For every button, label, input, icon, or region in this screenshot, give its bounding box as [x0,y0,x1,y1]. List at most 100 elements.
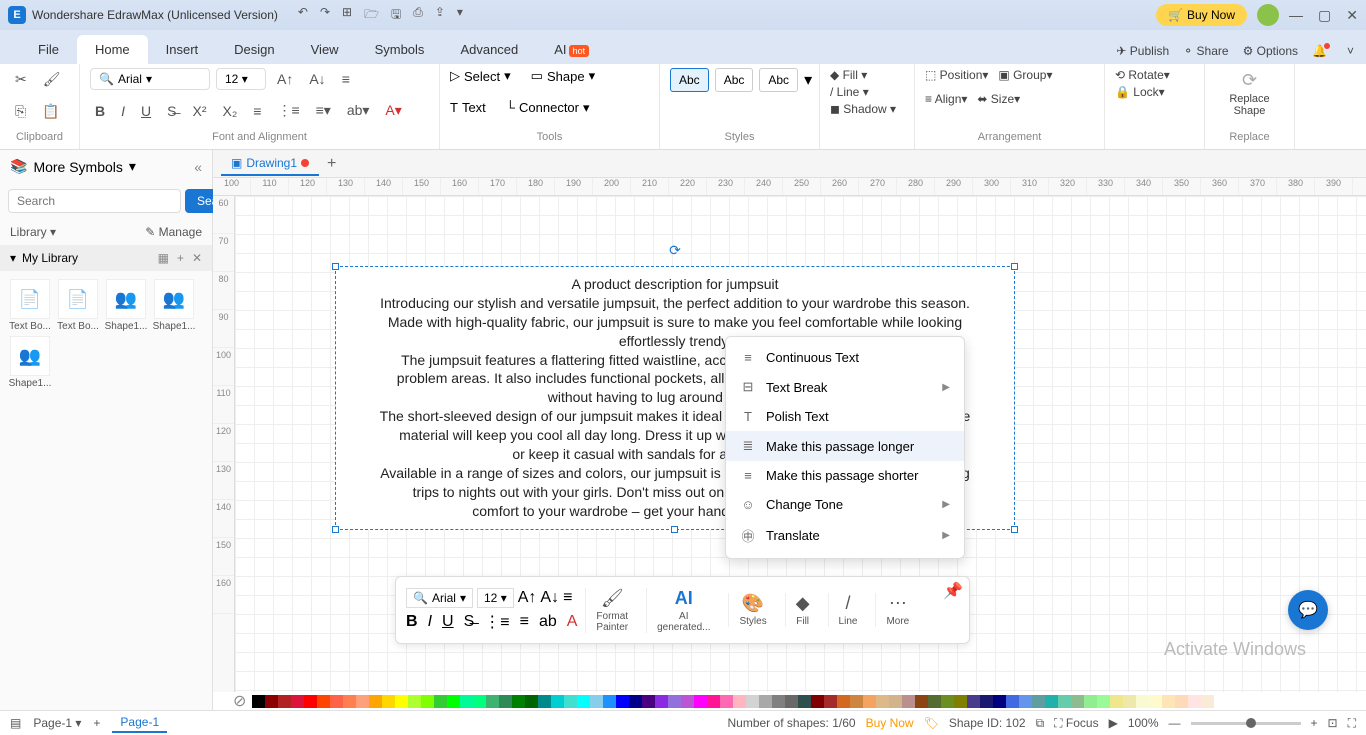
color-swatch[interactable] [863,695,876,708]
size-button[interactable]: ⬌ Size▾ [977,92,1020,106]
fill-button[interactable]: ◆ Fill ▾ [830,68,904,82]
user-avatar[interactable] [1257,4,1279,26]
rotate-button[interactable]: ⟲ Rotate▾ [1115,68,1194,82]
float-underline-icon[interactable]: U [442,613,454,631]
document-tab[interactable]: ▣Drawing1 [221,152,319,176]
tag-icon[interactable]: 🏷 [924,716,939,730]
underline-icon[interactable]: U [136,100,156,122]
color-swatch[interactable] [954,695,967,708]
color-swatch[interactable] [902,695,915,708]
play-icon[interactable]: ▶ [1109,716,1118,730]
style-preset-1[interactable]: Abc [670,68,709,92]
float-bullets-icon[interactable]: ⋮≡ [484,612,509,632]
color-swatch[interactable] [668,695,681,708]
canvas[interactable]: ⟳ A product description for jumpsuit Int… [235,196,1366,710]
select-tool[interactable]: ▷ Select ▾ [450,68,511,84]
align-button[interactable]: ≡ Align▾ [925,92,967,106]
ctx-make-longer[interactable]: ≣Make this passage longer [726,431,964,461]
zoom-in-icon[interactable]: + [1311,716,1318,730]
color-swatch[interactable] [1201,695,1214,708]
color-swatch[interactable] [759,695,772,708]
color-swatch[interactable] [356,695,369,708]
shadow-button[interactable]: ◼ Shadow ▾ [830,102,904,116]
color-swatch[interactable] [967,695,980,708]
color-swatch[interactable] [993,695,1006,708]
align-left-icon[interactable]: ≡ [248,100,266,122]
library-dropdown[interactable]: Library ▾ [10,225,56,239]
float-fill-button[interactable]: ◆Fill [785,593,820,627]
color-swatch[interactable] [824,695,837,708]
color-swatch[interactable] [538,695,551,708]
font-size-select[interactable]: 12 ▾ [216,68,266,90]
float-color-icon[interactable]: A [567,613,578,631]
color-swatch[interactable] [1071,695,1084,708]
bullet-list-icon[interactable]: ⋮≡ [272,99,304,122]
no-fill-icon[interactable]: ⊘ [233,691,246,711]
open-icon[interactable]: 🗁 [364,5,379,26]
menu-insert[interactable]: Insert [148,35,217,64]
color-swatch[interactable] [1136,695,1149,708]
color-swatch[interactable] [1123,695,1136,708]
fullscreen-icon[interactable]: ⛶ [1348,716,1356,731]
collapse-ribbon-icon[interactable]: ˅ [1347,44,1354,58]
subscript-icon[interactable]: X₂ [217,100,242,122]
float-dec-font-icon[interactable]: A↓ [540,589,559,607]
line-spacing-icon[interactable]: ≡ [337,68,355,90]
color-swatch[interactable] [1188,695,1201,708]
ctx-text-break[interactable]: ⊟Text Break▶ [726,372,964,402]
new-tab-icon[interactable]: + [327,155,336,173]
options-button[interactable]: ⚙ Options [1243,44,1298,58]
float-inc-font-icon[interactable]: A↑ [518,589,537,607]
position-button[interactable]: ⬚ Position▾ [925,68,988,82]
float-align-icon[interactable]: ≡ [563,589,572,607]
font-color-icon[interactable]: A▾ [380,99,406,122]
color-swatch[interactable] [850,695,863,708]
rotate-handle-icon[interactable]: ⟳ [669,241,681,260]
color-swatch[interactable] [1084,695,1097,708]
italic-icon[interactable]: I [116,100,130,122]
color-swatch[interactable] [564,695,577,708]
resize-handle[interactable] [671,526,678,533]
color-swatch[interactable] [408,695,421,708]
color-swatch[interactable] [1110,695,1123,708]
zoom-slider[interactable] [1191,722,1301,725]
font-select[interactable]: 🔍 Arial ▾ [90,68,210,90]
color-swatch[interactable] [1045,695,1058,708]
color-swatch[interactable] [681,695,694,708]
color-swatch[interactable] [395,695,408,708]
color-swatch[interactable] [915,695,928,708]
color-swatch[interactable] [785,695,798,708]
color-swatch[interactable] [421,695,434,708]
pin-icon[interactable]: 📌 [943,581,963,601]
color-swatch[interactable] [928,695,941,708]
color-swatch[interactable] [317,695,330,708]
page-tab[interactable]: Page-1 [112,713,167,733]
color-swatch[interactable] [473,695,486,708]
shape-item[interactable]: 👥Shape1... [104,279,148,332]
decrease-font-icon[interactable]: A↓ [304,68,330,90]
color-swatch[interactable] [460,695,473,708]
export-icon[interactable]: ⇪ [435,5,445,26]
page-select[interactable]: Page-1 ▾ [33,716,81,730]
manage-button[interactable]: ✎ Manage [145,225,202,239]
color-swatch[interactable] [642,695,655,708]
save-icon[interactable]: 🖫 [391,5,401,26]
shape-tool[interactable]: ▭ Shape ▾ [531,68,595,84]
superscript-icon[interactable]: X² [187,100,211,122]
color-swatch[interactable] [733,695,746,708]
menu-home[interactable]: Home [77,35,148,64]
color-swatch[interactable] [590,695,603,708]
float-size-select[interactable]: 12 ▾ [477,588,514,608]
color-swatch[interactable] [655,695,668,708]
ctx-make-shorter[interactable]: ≡Make this passage shorter [726,461,964,490]
shape-item[interactable]: 📄Text Bo... [56,279,100,332]
text-tool[interactable]: T Text [450,100,486,115]
highlight-icon[interactable]: ab▾ [342,99,375,122]
float-styles-button[interactable]: 🎨Styles [728,593,776,627]
color-swatch[interactable] [707,695,720,708]
color-swatch[interactable] [551,695,564,708]
color-swatch[interactable] [304,695,317,708]
menu-file[interactable]: File [20,35,77,64]
lock-button[interactable]: 🔒 Lock▾ [1115,85,1194,99]
undo-icon[interactable]: ↶ [298,5,308,26]
